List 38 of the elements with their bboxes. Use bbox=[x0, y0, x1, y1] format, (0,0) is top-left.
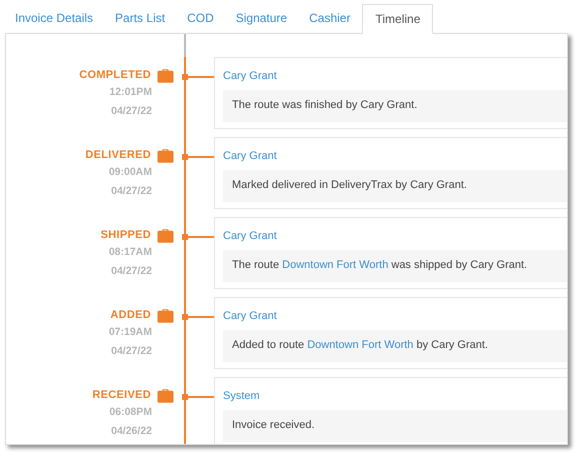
event-date: 04/27/22 bbox=[111, 344, 152, 360]
author-link[interactable]: Cary Grant bbox=[223, 148, 277, 164]
briefcase-icon bbox=[157, 388, 174, 403]
author-link[interactable]: Cary Grant bbox=[223, 308, 277, 324]
author-link[interactable]: Cary Grant bbox=[223, 228, 277, 244]
status-label: COMPLETED bbox=[79, 68, 151, 83]
event-time: 07:19AM bbox=[108, 324, 152, 340]
author-link[interactable]: System bbox=[223, 388, 260, 404]
tab[interactable]: Parts List bbox=[105, 3, 176, 33]
briefcase-icon bbox=[157, 228, 174, 243]
timeline-message: Invoice received. bbox=[232, 418, 315, 434]
route-link[interactable]: Downtown Fort Worth bbox=[282, 259, 388, 272]
tab[interactable]: COD bbox=[177, 3, 224, 33]
event-date: 04/27/22 bbox=[111, 104, 152, 120]
briefcase-icon bbox=[157, 148, 174, 163]
timeline-message: The route Downtown Fort Worth was shipped by Cary Grant. bbox=[232, 258, 528, 274]
timeline-message: Added to route Downtown Fort Worth by Cary Grant. bbox=[232, 338, 488, 354]
event-time: 08:17AM bbox=[108, 244, 152, 260]
event-time: 09:00AM bbox=[108, 164, 152, 180]
status-label: DELIVERED bbox=[85, 148, 151, 163]
briefcase-icon bbox=[157, 308, 174, 323]
timeline-message: Marked delivered in DeliveryTrax by Cary Grant. bbox=[232, 178, 467, 194]
tab[interactable]: Signature bbox=[226, 3, 298, 33]
status-label: RECEIVED bbox=[92, 388, 151, 403]
author-link[interactable]: Cary Grant bbox=[223, 68, 277, 84]
tab[interactable]: Invoice Details bbox=[5, 3, 104, 33]
briefcase-icon bbox=[157, 68, 174, 83]
event-time: 06:08PM bbox=[109, 404, 152, 420]
route-link[interactable]: Downtown Fort Worth bbox=[307, 339, 414, 352]
event-time: 12:01PM bbox=[109, 84, 152, 100]
tab[interactable]: Cashier bbox=[299, 3, 360, 33]
event-date: 04/26/22 bbox=[111, 424, 152, 440]
event-date: 04/27/22 bbox=[111, 184, 152, 200]
timeline-message: The route was finished by Cary Grant. bbox=[232, 98, 418, 114]
tab[interactable]: Timeline bbox=[362, 4, 434, 34]
event-date: 04/27/22 bbox=[111, 264, 152, 280]
status-label: ADDED bbox=[110, 308, 151, 323]
status-label: SHIPPED bbox=[100, 228, 151, 243]
